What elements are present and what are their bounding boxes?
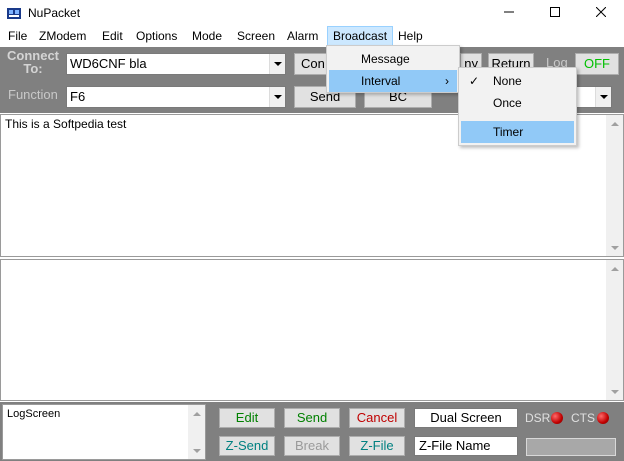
menu-zmodem[interactable]: ZModem: [34, 26, 91, 46]
z-send-button[interactable]: Z-Send: [219, 436, 275, 456]
function-combo[interactable]: F6: [66, 86, 286, 108]
minimize-button[interactable]: [486, 0, 532, 26]
scroll-up-icon[interactable]: [188, 405, 205, 422]
maximize-icon: [550, 6, 560, 20]
z-file-name-field[interactable]: Z-File Name: [414, 436, 518, 456]
scroll-up-icon[interactable]: [606, 115, 623, 132]
log-toggle-button[interactable]: OFF: [575, 53, 619, 75]
connect-to-value: WD6CNF bla: [70, 56, 147, 71]
edit-button[interactable]: Edit: [219, 408, 275, 428]
connect-button[interactable]: Con: [294, 53, 330, 75]
menu-item-message[interactable]: Message: [329, 48, 457, 70]
scroll-down-icon[interactable]: [606, 239, 623, 256]
menu-bar: File ZModem Edit Options Mode Screen Ala…: [0, 26, 624, 46]
broadcast-menu: Message Interval ›: [326, 45, 460, 93]
menu-mode[interactable]: Mode: [187, 26, 227, 46]
chevron-down-icon[interactable]: [269, 54, 285, 74]
logscreen-box[interactable]: LogScreen: [2, 404, 206, 460]
scroll-down-icon[interactable]: [188, 442, 205, 459]
menu-alarm[interactable]: Alarm: [282, 26, 323, 46]
send-button[interactable]: Send: [284, 408, 340, 428]
menu-item-interval[interactable]: Interval ›: [329, 70, 457, 92]
menu-screen[interactable]: Screen: [232, 26, 280, 46]
progress-bar: [526, 438, 616, 456]
title-bar[interactable]: NuPacket: [0, 0, 624, 26]
dsr-label: DSR: [525, 411, 551, 425]
scroll-up-icon[interactable]: [606, 260, 623, 277]
interval-label: Interval: [361, 74, 401, 88]
bottom-panel: LogScreen Edit Send Cancel Dual Screen D…: [0, 402, 624, 461]
dual-screen-box[interactable]: Dual Screen: [414, 408, 518, 428]
cts-label: CTS: [571, 411, 595, 425]
close-button[interactable]: [578, 0, 624, 26]
menu-options[interactable]: Options: [131, 26, 182, 46]
break-button[interactable]: Break: [284, 436, 340, 456]
menu-help[interactable]: Help: [393, 26, 428, 46]
dsr-indicator-icon: [551, 412, 563, 424]
menu-item-timer[interactable]: Timer: [461, 121, 574, 143]
function-label: Function: [8, 87, 58, 102]
minimize-icon: [504, 6, 514, 20]
menu-file[interactable]: File: [3, 26, 32, 46]
function-value: F6: [70, 89, 86, 104]
secondary-combo[interactable]: [576, 86, 612, 108]
cts-indicator-icon: [597, 412, 609, 424]
none-label: None: [493, 74, 522, 88]
checkmark-icon: ✓: [469, 74, 480, 88]
close-icon: [595, 6, 607, 20]
chevron-down-icon[interactable]: [595, 87, 611, 107]
menu-edit[interactable]: Edit: [97, 26, 128, 46]
menu-item-once[interactable]: Once: [461, 92, 574, 114]
connect-to-combo[interactable]: WD6CNF bla: [66, 53, 286, 75]
logscreen-scrollbar[interactable]: [188, 405, 205, 459]
scroll-down-icon[interactable]: [606, 383, 623, 400]
menu-broadcast[interactable]: Broadcast: [327, 26, 394, 46]
maximize-button[interactable]: [532, 0, 578, 26]
chevron-down-icon[interactable]: [269, 87, 285, 107]
lower-scrollbar[interactable]: [606, 260, 623, 400]
cancel-button[interactable]: Cancel: [349, 408, 405, 428]
upper-text: This is a Softpedia test: [5, 117, 127, 131]
lower-text-area[interactable]: [0, 259, 624, 401]
app-icon: [6, 5, 22, 21]
window-title: NuPacket: [28, 6, 81, 20]
logscreen-text: LogScreen: [7, 408, 61, 420]
menu-item-none[interactable]: ✓ None: [461, 70, 574, 92]
z-file-button[interactable]: Z-File: [349, 436, 405, 456]
chevron-right-icon: ›: [445, 74, 449, 88]
interval-submenu: ✓ None Once Timer: [458, 67, 577, 146]
upper-scrollbar[interactable]: [606, 115, 623, 256]
connect-to-label: Connect To:: [7, 48, 59, 76]
